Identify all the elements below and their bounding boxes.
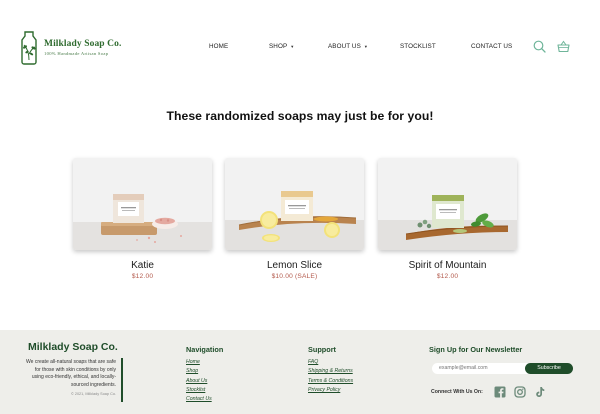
tiktok-link[interactable] [534,385,546,397]
site-header: Milklady Soap Co. 100% Handmade Artisan … [0,0,600,95]
site-footer: Milklady Soap Co. We create all-natural … [0,330,600,414]
product-price: $12.00 [436,273,459,280]
product-card-katie[interactable]: Katie $12.00 [73,158,212,280]
product-image[interactable] [225,158,364,250]
main-nav: HOME SHOP ▼ ABOUT US ▼ STOCKLIST CONTACT… [0,43,600,55]
subscribe-button[interactable]: Subscribe [525,363,573,374]
footer-link-contact[interactable]: Contact Us [186,395,212,404]
instagram-link[interactable] [514,385,526,398]
chevron-down-icon: ▼ [290,44,295,49]
tiktok-icon [536,387,545,397]
nav-about-label: ABOUT US [328,43,361,50]
footer-support-links: FAQ Shipping & Returns Terms & Condition… [308,358,353,395]
nav-about[interactable]: ABOUT US ▼ [328,43,368,50]
footer-link-shipping[interactable]: Shipping & Returns [308,367,353,376]
footer-nav-links: Home Shop About Us Stocklist Contact Us [186,358,212,404]
footer-nav-title: Navigation [186,345,224,354]
product-image[interactable] [378,158,517,250]
footer-link-shop[interactable]: Shop [186,367,212,376]
facebook-icon [494,386,506,398]
footer-link-privacy[interactable]: Privacy Policy [308,386,353,395]
nav-shop[interactable]: SHOP ▼ [269,43,294,50]
nav-stocklist-label: STOCKLIST [400,43,436,50]
search-icon [533,40,546,53]
newsletter-email-input[interactable] [432,363,532,374]
product-image[interactable] [73,158,212,250]
footer-link-home[interactable]: Home [186,358,212,367]
footer-description: We create all-natural soaps that are saf… [26,359,116,388]
nav-contact-label: CONTACT US [471,43,513,50]
nav-stocklist[interactable]: STOCKLIST [400,43,436,50]
nav-shop-label: SHOP [269,43,288,50]
cart-button[interactable] [556,39,570,53]
newsletter-title: Sign Up for Our Newsletter [429,345,523,354]
product-name[interactable]: Spirit of Mountain [378,260,517,271]
nav-home[interactable]: HOME [209,43,228,50]
product-price: $12.00 [131,273,154,280]
footer-link-about[interactable]: About Us [186,377,212,386]
footer-copyright: © 2021, Milklady Soap Co. [70,392,116,396]
section-headline: These randomized soaps may just be for y… [166,109,434,123]
product-card-spirit-of-mountain[interactable]: Spirit of Mountain $12.00 [378,158,517,280]
connect-label: Connect With Us On: [431,389,483,395]
footer-support-title: Support [308,345,336,354]
search-button[interactable] [532,39,546,53]
product-price: $10.00 (SALE) [271,273,318,280]
instagram-icon [514,386,526,398]
nav-home-label: HOME [209,43,229,50]
product-card-lemon-slice[interactable]: Lemon Slice $10.00 (SALE) [225,158,364,280]
soap-photo-katie [73,158,212,250]
footer-link-stocklist[interactable]: Stocklist [186,386,212,395]
soap-photo-spirit-of-mountain [378,158,517,250]
basket-icon [556,40,570,52]
footer-brand: Milklady Soap Co. [28,341,118,353]
soap-photo-lemon-slice [225,158,364,250]
facebook-link[interactable] [494,385,506,398]
footer-link-terms[interactable]: Terms & Conditions [308,377,353,386]
footer-divider [121,358,123,402]
product-name[interactable]: Lemon Slice [225,260,364,271]
nav-contact[interactable]: CONTACT US [471,43,512,50]
product-name[interactable]: Katie [73,260,212,271]
chevron-down-icon: ▼ [363,44,368,49]
footer-link-faq[interactable]: FAQ [308,358,353,367]
